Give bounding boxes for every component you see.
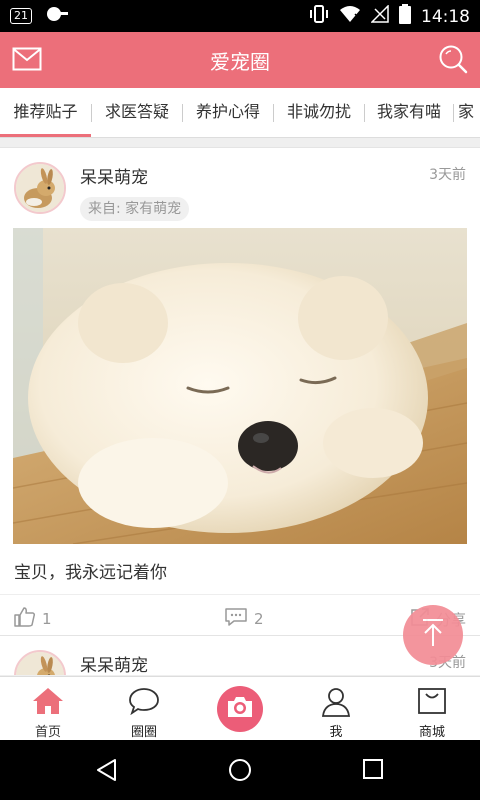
- comment-count: 2: [254, 610, 264, 628]
- tab-recommended[interactable]: 推荐贴子: [0, 88, 91, 137]
- thumbs-up-icon: [14, 607, 36, 631]
- post-time: 3天前: [429, 167, 466, 183]
- category-tabs: 推荐贴子 求医答疑 养护心得 非诚勿扰 我家有喵 家: [0, 88, 480, 138]
- nav-circle[interactable]: 圈圈: [96, 677, 192, 741]
- vibrate-icon: [309, 5, 329, 28]
- camera-button[interactable]: [217, 686, 263, 732]
- post-card[interactable]: 呆呆萌宠 3天前 来自: 家有萌宠 宝贝，我永远记着你 1 2: [0, 147, 480, 637]
- comment-button[interactable]: 2: [224, 607, 264, 631]
- tab-care-tips[interactable]: 养护心得: [183, 88, 273, 137]
- signal-icon: [370, 4, 389, 28]
- battery-icon: [399, 4, 411, 29]
- nav-me-label: 我: [329, 725, 343, 740]
- avatar[interactable]: [14, 650, 66, 675]
- bottom-navigation: 首页 圈圈 我 商城: [0, 676, 480, 740]
- post-author[interactable]: 呆呆萌宠: [80, 163, 148, 188]
- app-screen: 21 14:18 爱宠圈 推荐贴子 求医答疑 养护心得 非诚勿扰 我家有喵 家 …: [0, 0, 480, 800]
- tab-dating[interactable]: 非诚勿扰: [274, 88, 364, 137]
- tab-divider: [453, 104, 454, 122]
- nav-me[interactable]: 我: [288, 677, 384, 741]
- clock-time: 14:18: [421, 6, 470, 27]
- person-icon: [321, 687, 351, 721]
- nav-circle-label: 圈圈: [130, 725, 157, 740]
- active-tab-indicator: [0, 134, 91, 137]
- arrow-up-icon: [420, 618, 446, 652]
- tab-partial[interactable]: 家: [458, 88, 480, 137]
- nav-shop-label: 商城: [418, 725, 445, 740]
- notification-count-badge: 21: [10, 8, 32, 24]
- nav-home[interactable]: 首页: [0, 677, 96, 741]
- like-count: 1: [42, 610, 52, 628]
- tab-my-cat[interactable]: 我家有喵: [365, 88, 453, 137]
- like-button[interactable]: 1: [14, 607, 52, 631]
- app-header: 爱宠圈: [0, 32, 480, 88]
- post-author[interactable]: 呆呆萌宠: [80, 651, 148, 675]
- chat-bubble-icon: [128, 687, 160, 719]
- cloud-icon: [46, 6, 70, 26]
- scroll-to-top-button[interactable]: [403, 605, 463, 665]
- recents-icon[interactable]: [362, 758, 384, 784]
- home-icon: [32, 687, 64, 719]
- nav-shop[interactable]: 商城: [384, 677, 480, 741]
- comment-icon: [224, 607, 248, 631]
- search-icon[interactable]: [438, 44, 468, 78]
- camera-icon: [226, 695, 254, 723]
- page-title: 爱宠圈: [210, 50, 270, 74]
- system-navigation-bar: [0, 740, 480, 800]
- post-caption: 宝贝，我永远记着你: [14, 563, 167, 583]
- post-source-tag[interactable]: 来自: 家有萌宠: [80, 197, 190, 221]
- tab-medical-qa[interactable]: 求医答疑: [92, 88, 182, 137]
- wifi-icon: [339, 5, 361, 28]
- post-image[interactable]: [13, 228, 467, 544]
- avatar[interactable]: [14, 162, 66, 214]
- shopping-bag-icon: [417, 687, 447, 719]
- back-icon[interactable]: [95, 758, 119, 786]
- status-bar: 21 14:18: [0, 0, 480, 32]
- post-feed[interactable]: 呆呆萌宠 3天前 来自: 家有萌宠 宝贝，我永远记着你 1 2 呆呆萌宠 3天前: [0, 138, 480, 675]
- home-circle-icon[interactable]: [228, 758, 252, 786]
- nav-home-label: 首页: [34, 725, 61, 740]
